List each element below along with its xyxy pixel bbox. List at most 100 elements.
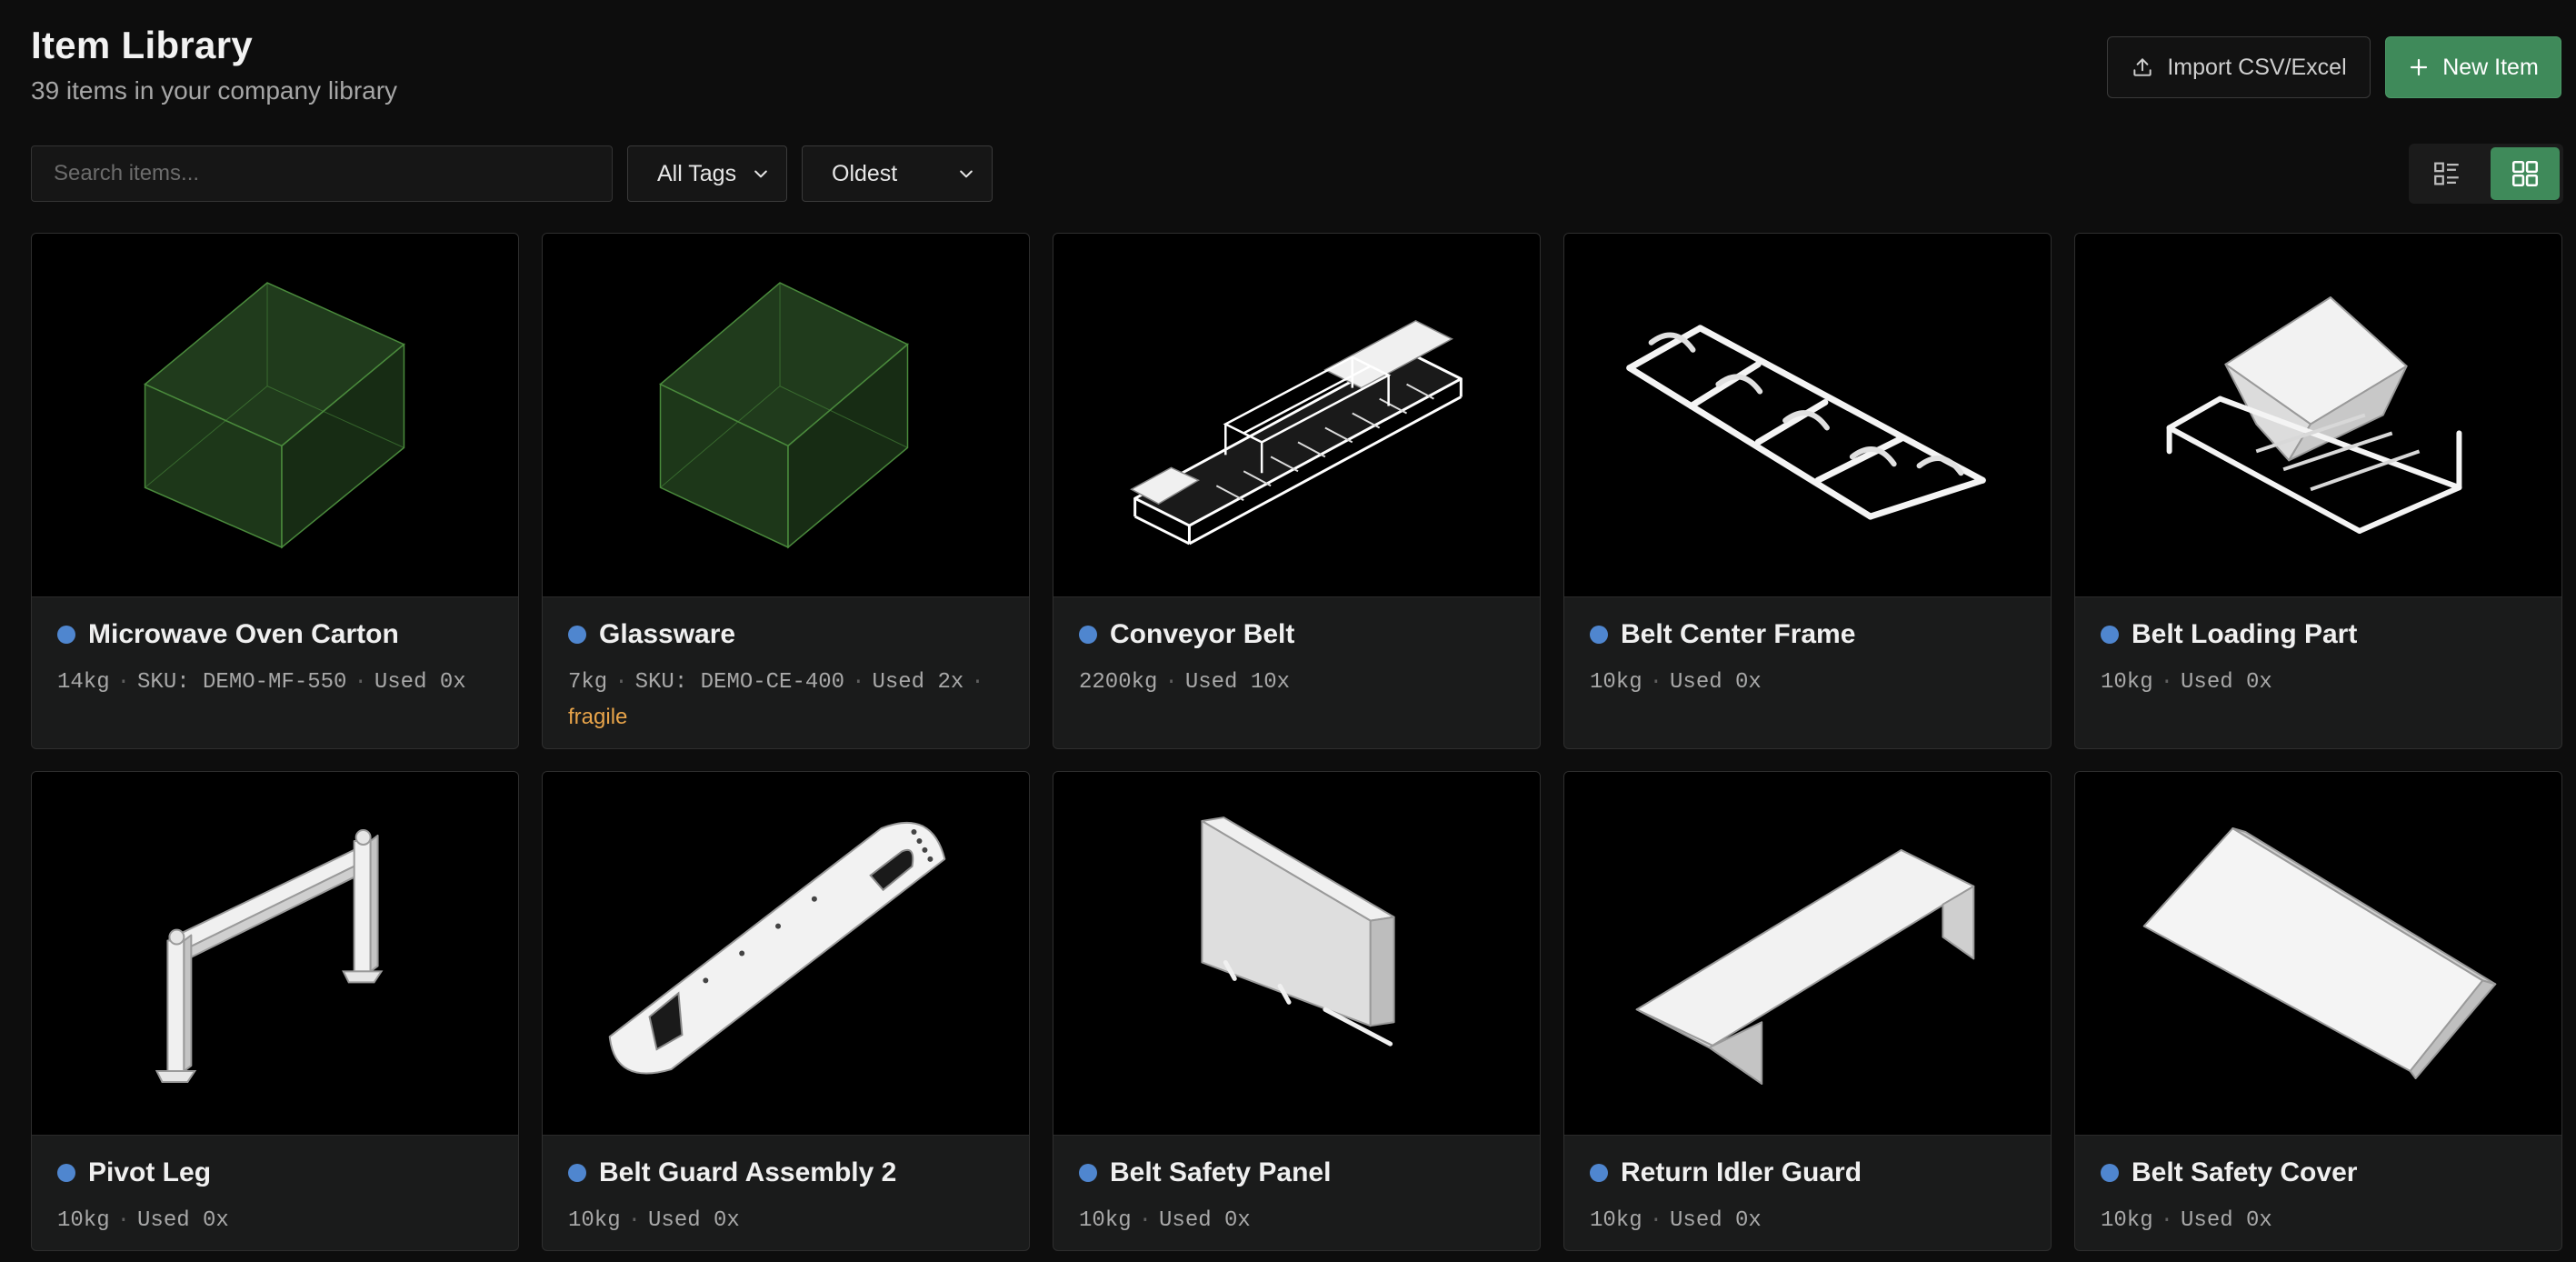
item-name: Conveyor Belt [1110,619,1295,649]
status-dot [1079,626,1097,644]
idler-guard-model-icon [1635,848,1975,1085]
item-thumbnail [1564,772,2051,1136]
item-thumbnail [2075,772,2561,1136]
item-meta: 10kg · Used 0x [57,1208,229,1233]
item-name: Pivot Leg [88,1157,212,1187]
import-csv-button[interactable]: Import CSV/Excel [2107,36,2371,98]
item-card[interactable]: Return Idler Guard 10kg · Used 0x [1563,771,2052,1251]
item-usage: Used 0x [374,670,466,695]
hopper-model-icon [2166,295,2462,535]
item-meta: 14kg · SKU: DEMO-MF-550 · Used 0x [57,670,466,695]
item-thumbnail [1053,234,1540,597]
item-thumbnail [543,234,1029,597]
item-weight: 10kg [1590,1208,1642,1233]
item-weight: 7kg [568,670,608,695]
tags-filter-value: All Tags [657,160,737,186]
item-sku: SKU: DEMO-MF-550 [137,670,347,695]
guard-model-icon [608,821,946,1075]
item-meta: 10kg · Used 0x [2101,1208,2272,1233]
box-placeholder-icon [659,282,909,549]
item-card[interactable]: Belt Safety Panel 10kg · Used 0x [1053,771,1541,1251]
item-meta: 10kg · Used 0x [1590,1208,1762,1233]
panel-model-icon [1201,816,1395,1047]
item-weight: 10kg [2101,1208,2153,1233]
item-usage: Used 0x [1670,670,1762,695]
item-weight: 2200kg [1079,670,1158,695]
item-thumbnail [543,772,1029,1136]
box-placeholder-icon [144,282,405,549]
status-dot [568,626,586,644]
item-meta: 7kg · SKU: DEMO-CE-400 · Used 2x · [568,670,984,695]
chevron-down-icon [960,170,973,178]
item-meta: 10kg · Used 0x [568,1208,740,1233]
item-name: Belt Safety Panel [1110,1157,1332,1187]
item-usage: Used 0x [648,1208,740,1233]
page-subtitle: 39 items in your company library [31,76,398,105]
new-item-button[interactable]: New Item [2385,36,2561,98]
item-name: Belt Center Frame [1621,619,1856,649]
chevron-down-icon [754,170,767,178]
sort-value: Oldest [832,160,898,186]
item-thumbnail [32,772,518,1136]
upload-icon [2133,58,2152,76]
item-weight: 10kg [57,1208,110,1233]
item-card[interactable]: Conveyor Belt 2200kg · Used 10x [1053,233,1541,749]
tags-filter-select[interactable]: All Tags [627,145,787,202]
item-name: Belt Guard Assembly 2 [599,1157,897,1187]
list-view-icon [2434,162,2459,185]
status-dot [1590,1164,1608,1182]
status-dot [568,1164,586,1182]
view-toggle [2409,144,2563,204]
status-dot [2101,626,2119,644]
item-sku: SKU: DEMO-CE-400 [634,670,845,695]
item-meta: 2200kg · Used 10x [1079,670,1291,695]
item-weight: 14kg [57,670,110,695]
item-usage: Used 0x [1159,1208,1251,1233]
search-input[interactable] [31,145,613,202]
status-dot [1590,626,1608,644]
item-name: Return Idler Guard [1621,1157,1862,1187]
item-weight: 10kg [2101,670,2153,695]
item-weight: 10kg [1079,1208,1132,1233]
leg-model-icon [155,829,384,1083]
status-dot [1079,1164,1097,1182]
item-meta: 10kg · Used 0x [2101,670,2272,695]
item-card[interactable]: Belt Center Frame 10kg · Used 0x [1563,233,2052,749]
frame-model-icon [1626,325,1986,520]
item-usage: Used 0x [2181,670,2272,695]
item-name: Belt Safety Cover [2132,1157,2358,1187]
item-card[interactable]: Glassware 7kg · SKU: DEMO-CE-400 · Used 2x · … [542,233,1030,749]
item-usage: Used 0x [1670,1208,1762,1233]
plus-icon [2411,58,2428,76]
item-card[interactable]: Belt Safety Cover 10kg · Used 0x [2074,771,2562,1251]
item-name: Glassware [599,619,736,649]
item-thumbnail [2075,234,2561,597]
item-thumbnail [1564,234,2051,597]
item-weight: 10kg [568,1208,621,1233]
item-card[interactable]: Belt Loading Part 10kg · Used 0x [2074,233,2562,749]
cover-model-icon [2142,827,2497,1079]
item-card[interactable]: Belt Guard Assembly 2 10kg · Used 0x [542,771,1030,1251]
item-card[interactable]: Pivot Leg 10kg · Used 0x [31,771,519,1251]
grid-view-icon [2511,160,2539,187]
item-thumbnail [1053,772,1540,1136]
page-title: Item Library [31,24,254,66]
status-dot [57,1164,75,1182]
item-card[interactable]: Microwave Oven Carton 14kg · SKU: DEMO-MF-… [31,233,519,749]
status-dot [2101,1164,2119,1182]
item-usage: Used 0x [137,1208,229,1233]
conveyor-model-icon [1130,320,1463,546]
new-item-button-label: New Item [2442,54,2539,80]
fragile-tag: fragile [568,705,628,729]
item-meta: 10kg · Used 0x [1590,670,1762,695]
item-name: Microwave Oven Carton [88,619,399,649]
item-usage: Used 0x [2181,1208,2272,1233]
page-header: Item Library 39 items in your company li… [31,24,397,105]
item-thumbnail [32,234,518,597]
item-usage: Used 10x [1184,670,1291,695]
list-view-button[interactable] [2412,147,2481,200]
grid-view-button[interactable] [2491,147,2560,200]
sort-select[interactable]: Oldest [802,145,993,202]
item-name: Belt Loading Part [2132,619,2358,649]
item-meta: 10kg · Used 0x [1079,1208,1251,1233]
